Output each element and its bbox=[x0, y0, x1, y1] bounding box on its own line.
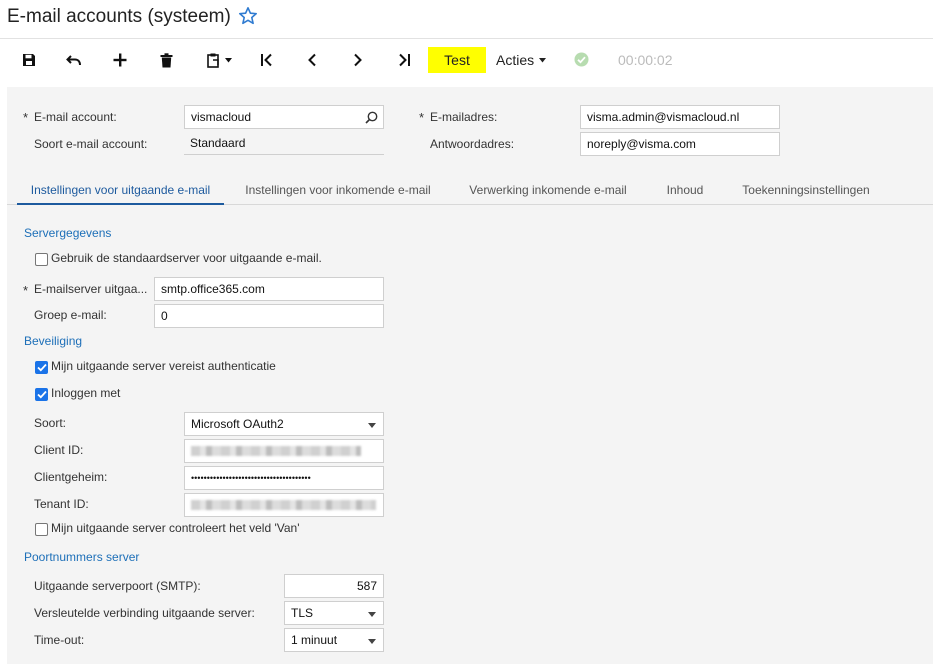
smtp-port-input[interactable]: 587 bbox=[284, 574, 384, 598]
tab-verwerking-inkomende[interactable]: Verwerking inkomende e-mail bbox=[463, 176, 633, 204]
elapsed-timer: 00:00:02 bbox=[618, 52, 673, 68]
required-marker: * bbox=[23, 283, 29, 298]
page-title: E-mail accounts (systeem) bbox=[7, 6, 231, 27]
test-button[interactable]: Test bbox=[428, 47, 486, 73]
tenant-id-input[interactable] bbox=[184, 493, 384, 517]
first-icon bbox=[261, 53, 272, 67]
encryption-label: Versleutelde verbinding uitgaande server… bbox=[34, 606, 255, 620]
default-server-label: Gebruik de standaardserver voor uitgaand… bbox=[51, 251, 322, 265]
auth-type-value: Microsoft OAuth2 bbox=[191, 417, 284, 431]
form-panel bbox=[7, 87, 933, 664]
chevron-left-icon bbox=[308, 53, 316, 67]
acties-menu-button[interactable]: Acties bbox=[496, 47, 547, 73]
auth-type-select[interactable]: Microsoft OAuth2 bbox=[184, 412, 384, 436]
tab-toekenning[interactable]: Toekenningsinstellingen bbox=[732, 176, 880, 204]
tab-inkomende-email[interactable]: Instellingen voor inkomende e-mail bbox=[233, 176, 443, 204]
section-beveiliging: Beveiliging bbox=[24, 334, 83, 348]
tenant-id-label: Tenant ID: bbox=[34, 497, 89, 511]
plus-icon bbox=[113, 53, 127, 67]
success-check-icon bbox=[574, 52, 589, 70]
tab-inhoud[interactable]: Inhoud bbox=[655, 176, 715, 204]
van-check-checkbox[interactable] bbox=[35, 523, 48, 536]
previous-record-button[interactable] bbox=[301, 46, 323, 74]
search-icon[interactable] bbox=[365, 111, 378, 127]
redacted-value bbox=[191, 500, 376, 510]
required-marker: * bbox=[23, 110, 29, 125]
first-record-button[interactable] bbox=[256, 46, 278, 74]
chevron-down-icon bbox=[368, 612, 376, 617]
check-icon bbox=[36, 390, 47, 399]
section-poortnummers: Poortnummers server bbox=[24, 550, 140, 564]
email-account-value: vismacloud bbox=[191, 110, 252, 124]
auth-required-label: Mijn uitgaande server vereist authentica… bbox=[51, 359, 276, 373]
email-account-field[interactable]: vismacloud bbox=[184, 105, 384, 129]
auth-required-checkbox[interactable] bbox=[35, 361, 48, 374]
header-divider bbox=[0, 38, 933, 39]
timeout-label: Time-out: bbox=[34, 633, 85, 647]
save-icon bbox=[23, 54, 35, 66]
encryption-select[interactable]: TLS bbox=[284, 601, 384, 625]
client-id-label: Client ID: bbox=[34, 443, 84, 457]
emailadres-label: E-mailadres: bbox=[430, 110, 498, 124]
required-marker: * bbox=[419, 110, 425, 125]
check-icon bbox=[36, 363, 47, 372]
chevron-down-icon bbox=[368, 639, 376, 644]
antwoordadres-label: Antwoordadres: bbox=[430, 137, 515, 151]
soort-account-label: Soort e-mail account: bbox=[34, 137, 148, 151]
chevron-down-icon bbox=[368, 423, 376, 428]
chevron-right-icon bbox=[354, 53, 362, 67]
undo-button[interactable] bbox=[63, 46, 85, 74]
favorite-star-icon[interactable] bbox=[238, 6, 258, 26]
smtp-server-input[interactable]: smtp.office365.com bbox=[154, 277, 384, 301]
soort-account-value: Standaard bbox=[184, 131, 384, 155]
default-server-checkbox[interactable] bbox=[35, 253, 48, 266]
tab-uitgaande-email[interactable]: Instellingen voor uitgaande e-mail bbox=[17, 176, 224, 205]
last-icon bbox=[399, 53, 410, 67]
login-with-checkbox[interactable] bbox=[35, 388, 48, 401]
timeout-value: 1 minuut bbox=[291, 633, 338, 647]
auth-type-label: Soort: bbox=[34, 416, 67, 430]
group-email-input[interactable]: 0 bbox=[154, 304, 384, 328]
acties-label: Acties bbox=[496, 52, 535, 68]
emailadres-input[interactable]: visma.admin@vismacloud.nl bbox=[580, 105, 780, 129]
undo-icon bbox=[66, 55, 81, 66]
caret-down-icon bbox=[539, 57, 547, 62]
clipboard-menu-button[interactable] bbox=[200, 46, 238, 74]
smtp-port-label: Uitgaande serverpoort (SMTP): bbox=[34, 579, 201, 593]
group-email-label: Groep e-mail: bbox=[34, 308, 107, 322]
redacted-value bbox=[191, 446, 361, 456]
last-record-button[interactable] bbox=[393, 46, 415, 74]
client-id-input[interactable] bbox=[184, 439, 384, 463]
add-button[interactable] bbox=[109, 46, 131, 74]
section-servergegevens: Servergegevens bbox=[24, 226, 112, 240]
van-check-label: Mijn uitgaande server controleert het ve… bbox=[51, 521, 300, 535]
antwoordadres-input[interactable]: noreply@visma.com bbox=[580, 132, 780, 156]
client-secret-label: Clientgeheim: bbox=[34, 470, 108, 484]
client-secret-input[interactable]: •••••••••••••••••••••••••••••••••••••• bbox=[184, 466, 384, 490]
next-record-button[interactable] bbox=[347, 46, 369, 74]
encryption-value: TLS bbox=[291, 606, 314, 620]
clipboard-icon bbox=[206, 53, 219, 68]
timeout-select[interactable]: 1 minuut bbox=[284, 628, 384, 652]
tab-bar: Instellingen voor uitgaande e-mail Inste… bbox=[7, 176, 933, 205]
login-with-label: Inloggen met bbox=[51, 386, 121, 400]
delete-button[interactable] bbox=[155, 46, 177, 74]
trash-icon bbox=[160, 52, 172, 67]
save-button[interactable] bbox=[18, 46, 40, 74]
email-account-label: E-mail account: bbox=[34, 110, 117, 124]
caret-down-icon bbox=[224, 57, 232, 62]
smtp-server-label: E-mailserver uitgaa... bbox=[34, 282, 148, 296]
